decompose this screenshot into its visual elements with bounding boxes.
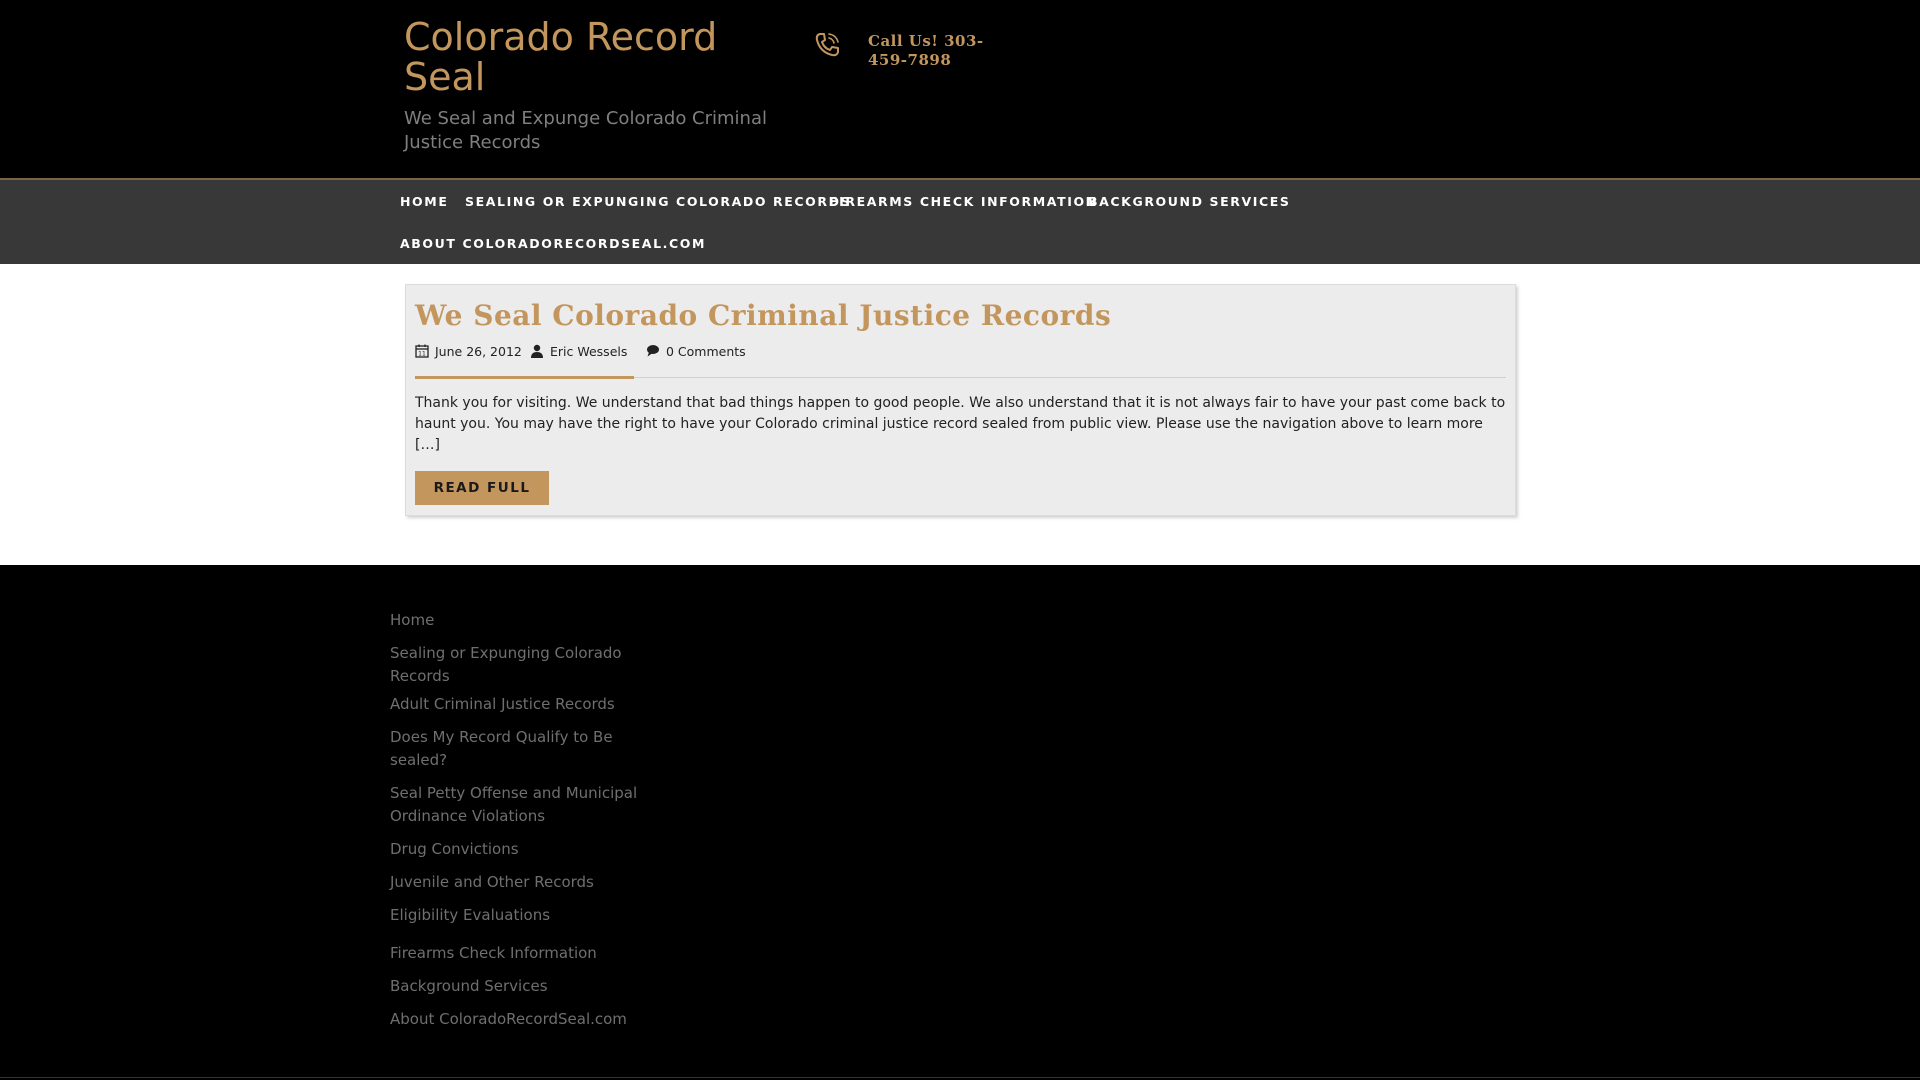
footer-bottom-rule [0, 1077, 1920, 1078]
footer-link-juvenile[interactable]: Juvenile and Other Records [390, 871, 660, 894]
footer-link-qualify[interactable]: Does My Record Qualify to Be sealed? [390, 726, 660, 772]
calendar-icon: 11 [415, 343, 429, 358]
post-author[interactable]: Eric Wessels [550, 344, 627, 359]
user-icon [530, 343, 544, 358]
post-excerpt: Thank you for visiting. We understand th… [415, 395, 1506, 453]
nav-item-background[interactable]: Background Services [1088, 194, 1291, 209]
phone-icon [812, 30, 842, 60]
footer-link-home[interactable]: Home [390, 609, 660, 632]
site-header: Colorado Record Seal We Seal and Expunge… [0, 0, 1920, 178]
footer-link-adult-records[interactable]: Adult Criminal Justice Records [390, 693, 660, 716]
footer-link-eligibility[interactable]: Eligibility Evaluations [390, 904, 660, 927]
nav-item-firearms[interactable]: Firearms Check Information [829, 194, 1098, 209]
svg-text:11: 11 [418, 351, 426, 358]
post-card: We Seal Colorado Criminal Justice Record… [405, 284, 1516, 516]
nav-item-sealing[interactable]: Sealing or Expunging Colorado Records [465, 194, 851, 209]
post-comments[interactable]: 0 Comments [666, 344, 746, 359]
site-tagline: We Seal and Expunge Colorado Criminal Ju… [404, 108, 767, 153]
meta-divider-accent [415, 376, 634, 379]
footer-link-petty-offense[interactable]: Seal Petty Offense and Municipal Ordinan… [390, 782, 660, 828]
phone-number: Call Us! 303-459-7898 [868, 32, 984, 69]
footer-link-about[interactable]: About ColoradoRecordSeal.com [390, 1008, 660, 1031]
nav-item-about[interactable]: About ColoradoRecordSeal.com [400, 236, 706, 251]
footer-link-sealing[interactable]: Sealing or Expunging Colorado Records [390, 642, 660, 688]
main-navigation: Home Sealing or Expunging Colorado Recor… [0, 178, 1920, 264]
site-title-link[interactable]: Colorado Record Seal [404, 17, 774, 97]
comment-icon [646, 343, 660, 357]
nav-item-home[interactable]: Home [400, 194, 448, 209]
site-footer: Home Sealing or Expunging Colorado Recor… [0, 565, 1920, 1080]
read-full-button[interactable]: READ FULL [415, 471, 549, 505]
post-date: June 26, 2012 [435, 344, 522, 359]
footer-link-drug-convictions[interactable]: Drug Convictions [390, 838, 660, 861]
post-title[interactable]: We Seal Colorado Criminal Justice Record… [415, 299, 1111, 332]
footer-link-firearms[interactable]: Firearms Check Information [390, 942, 660, 965]
footer-link-background[interactable]: Background Services [390, 975, 660, 998]
